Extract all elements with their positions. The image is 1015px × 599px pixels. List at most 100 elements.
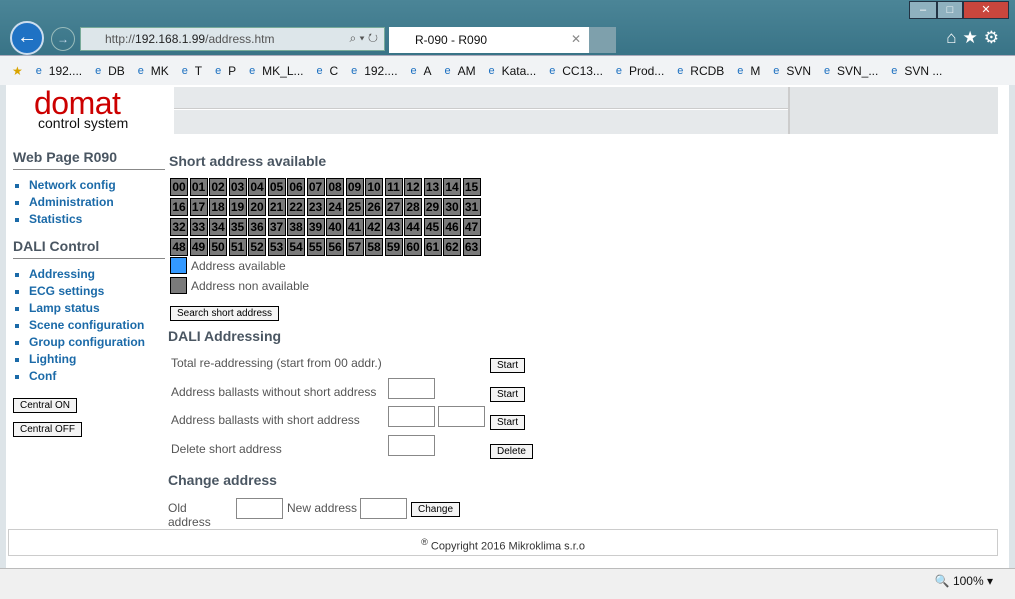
favorite-item[interactable]: e 192.... — [32, 64, 82, 78]
address-cell-20[interactable]: 20 — [248, 198, 266, 216]
address-cell-16[interactable]: 16 — [170, 198, 188, 216]
address-cell-09[interactable]: 09 — [345, 178, 364, 196]
address-cell-15[interactable]: 15 — [462, 178, 481, 196]
favorite-item[interactable]: eC — [313, 64, 338, 78]
address-cell-10[interactable]: 10 — [365, 178, 383, 196]
dali-delete-button[interactable]: Delete — [490, 443, 533, 459]
sidebar-item-administration[interactable]: Administration — [13, 195, 165, 212]
favorite-item[interactable]: e Kata... — [485, 64, 537, 78]
sidebar-item-scene-configuration[interactable]: Scene configuration — [13, 318, 165, 335]
address-cell-19[interactable]: 19 — [228, 198, 247, 216]
address-cell-43[interactable]: 43 — [384, 218, 403, 236]
address-cell-28[interactable]: 28 — [404, 198, 422, 216]
favorite-item[interactable]: e DB — [91, 64, 125, 78]
new-address-input[interactable] — [360, 498, 407, 519]
address-cell-57[interactable]: 57 — [345, 238, 364, 256]
new-tab-button[interactable] — [589, 27, 616, 53]
close-tab-icon[interactable]: ✕ — [571, 32, 581, 46]
address-cell-60[interactable]: 60 — [404, 238, 422, 256]
address-bar[interactable]: http://192.168.1.99/address.htm ⌕ ▾ ↻ — [80, 27, 385, 51]
address-cell-56[interactable]: 56 — [326, 238, 344, 256]
favorite-item[interactable]: e CC13... — [545, 64, 603, 78]
address-cell-17[interactable]: 17 — [189, 198, 208, 216]
address-cell-52[interactable]: 52 — [248, 238, 266, 256]
home-icon[interactable]: ⌂ — [946, 28, 962, 47]
address-cell-38[interactable]: 38 — [287, 218, 305, 236]
address-cell-02[interactable]: 02 — [209, 178, 227, 196]
search-short-address-button[interactable]: Search short address — [170, 306, 280, 321]
address-cell-04[interactable]: 04 — [248, 178, 266, 196]
address-cell-53[interactable]: 53 — [267, 238, 286, 256]
favorite-item[interactable]: e RCDB — [673, 64, 724, 78]
address-cell-35[interactable]: 35 — [228, 218, 247, 236]
forward-button[interactable]: → — [51, 27, 75, 51]
address-cell-63[interactable]: 63 — [462, 238, 481, 256]
search-refresh-icon[interactable]: ⌕ ▾ ↻ — [349, 31, 378, 46]
favorite-item[interactable]: e SVN ... — [887, 64, 942, 78]
address-cell-30[interactable]: 30 — [443, 198, 461, 216]
sidebar-item-group-configuration[interactable]: Group configuration — [13, 335, 165, 352]
sidebar-item-lamp-status[interactable]: Lamp status — [13, 301, 165, 318]
address-cell-33[interactable]: 33 — [189, 218, 208, 236]
address-cell-25[interactable]: 25 — [345, 198, 364, 216]
address-cell-24[interactable]: 24 — [326, 198, 344, 216]
address-cell-54[interactable]: 54 — [287, 238, 305, 256]
address-cell-05[interactable]: 05 — [267, 178, 286, 196]
central-on-button[interactable]: Central ON — [13, 398, 78, 413]
close-window-button[interactable]: ✕ — [963, 1, 1009, 19]
dali-start-button[interactable]: Start — [490, 386, 526, 402]
address-cell-13[interactable]: 13 — [423, 178, 442, 196]
address-cell-21[interactable]: 21 — [267, 198, 286, 216]
address-cell-49[interactable]: 49 — [189, 238, 208, 256]
address-cell-51[interactable]: 51 — [228, 238, 247, 256]
address-cell-62[interactable]: 62 — [443, 238, 461, 256]
address-cell-14[interactable]: 14 — [443, 178, 461, 196]
address-cell-27[interactable]: 27 — [384, 198, 403, 216]
sidebar-item-addressing[interactable]: Addressing — [13, 267, 165, 284]
address-cell-45[interactable]: 45 — [423, 218, 442, 236]
dali-start-button[interactable]: Start — [490, 415, 526, 430]
sidebar-item-ecg-settings[interactable]: ECG settings — [13, 284, 165, 301]
address-cell-31[interactable]: 31 — [462, 198, 481, 216]
favorites-star-icon[interactable]: ★ — [12, 64, 23, 78]
address-cell-01[interactable]: 01 — [189, 178, 208, 196]
address-cell-48[interactable]: 48 — [170, 238, 188, 256]
gear-icon[interactable]: ⚙ — [984, 28, 1005, 47]
favorite-item[interactable]: e MK — [134, 64, 169, 78]
address-cell-08[interactable]: 08 — [326, 178, 344, 196]
address-cell-23[interactable]: 23 — [306, 198, 325, 216]
dali-address-input[interactable] — [388, 406, 435, 427]
favorite-item[interactable]: e MK_L... — [245, 64, 303, 78]
zoom-control[interactable]: 🔍 100% ▾ — [935, 574, 993, 588]
favorite-item[interactable]: e 192.... — [347, 64, 397, 78]
tab-active[interactable]: R-090 - R090 ✕ — [389, 27, 589, 53]
dali-address-input[interactable] — [388, 377, 435, 399]
address-cell-36[interactable]: 36 — [248, 218, 266, 236]
maximize-button[interactable]: □ — [937, 1, 963, 19]
favorite-item[interactable]: e Prod... — [612, 64, 664, 78]
dali-address-input[interactable] — [388, 434, 435, 456]
address-cell-37[interactable]: 37 — [267, 218, 286, 236]
address-cell-39[interactable]: 39 — [306, 218, 325, 236]
address-cell-59[interactable]: 59 — [384, 238, 403, 256]
favorite-item[interactable]: eA — [407, 64, 431, 78]
address-cell-34[interactable]: 34 — [209, 218, 227, 236]
change-button[interactable]: Change — [411, 502, 461, 517]
star-icon[interactable]: ★ — [963, 28, 984, 47]
sidebar-item-lighting[interactable]: Lighting — [13, 352, 165, 369]
address-cell-29[interactable]: 29 — [423, 198, 442, 216]
address-cell-47[interactable]: 47 — [462, 218, 481, 236]
address-cell-61[interactable]: 61 — [423, 238, 442, 256]
address-cell-40[interactable]: 40 — [326, 218, 344, 236]
address-cell-03[interactable]: 03 — [228, 178, 247, 196]
sidebar-item-network-config[interactable]: Network config — [13, 178, 165, 195]
address-cell-42[interactable]: 42 — [365, 218, 383, 236]
address-cell-07[interactable]: 07 — [306, 178, 325, 196]
address-cell-18[interactable]: 18 — [209, 198, 227, 216]
address-cell-44[interactable]: 44 — [404, 218, 422, 236]
address-cell-46[interactable]: 46 — [443, 218, 461, 236]
address-cell-55[interactable]: 55 — [306, 238, 325, 256]
old-address-input[interactable] — [236, 498, 283, 519]
address-cell-12[interactable]: 12 — [404, 178, 422, 196]
back-button[interactable]: ← — [10, 21, 44, 55]
